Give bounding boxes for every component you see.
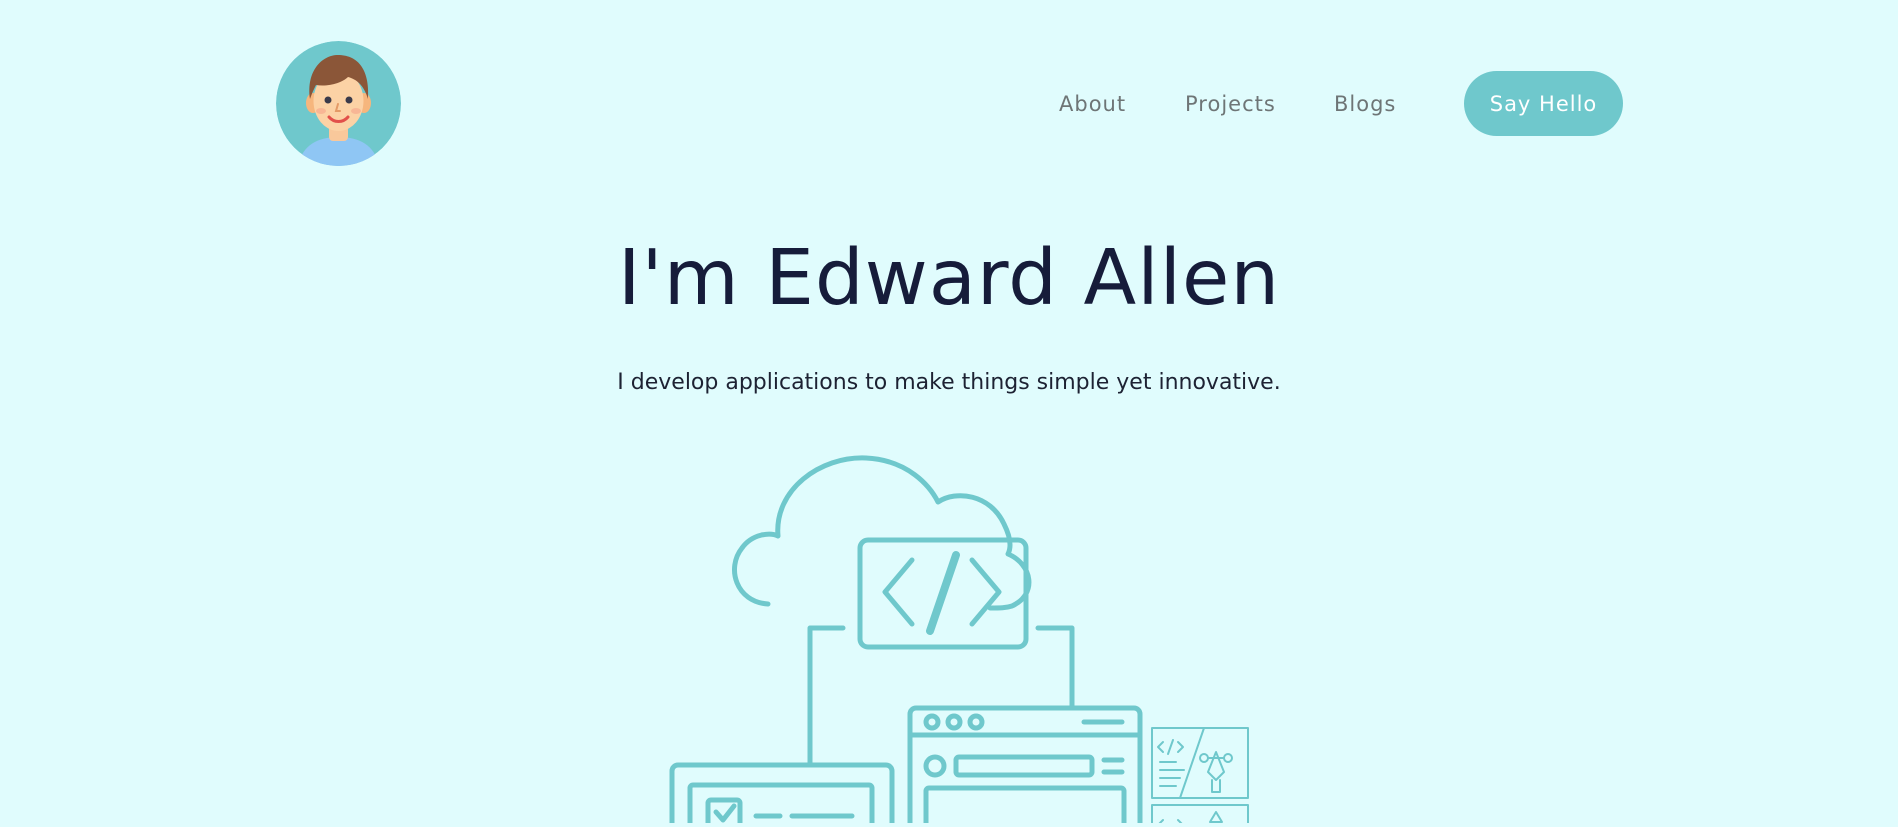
say-hello-button[interactable]: Say Hello — [1464, 71, 1623, 136]
cloud-code-devices-illustration-icon — [669, 455, 1249, 827]
nav-link-blogs[interactable]: Blogs — [1334, 92, 1396, 116]
person-avatar-icon — [276, 41, 401, 166]
illustration — [660, 450, 1260, 827]
avatar-logo[interactable] — [276, 41, 401, 166]
nav-link-about[interactable]: About — [1059, 92, 1126, 116]
nav-link-projects[interactable]: Projects — [1185, 92, 1276, 116]
hero-title: I'm Edward Allen — [617, 234, 1281, 323]
hero-subtitle: I develop applications to make things si… — [617, 370, 1281, 395]
